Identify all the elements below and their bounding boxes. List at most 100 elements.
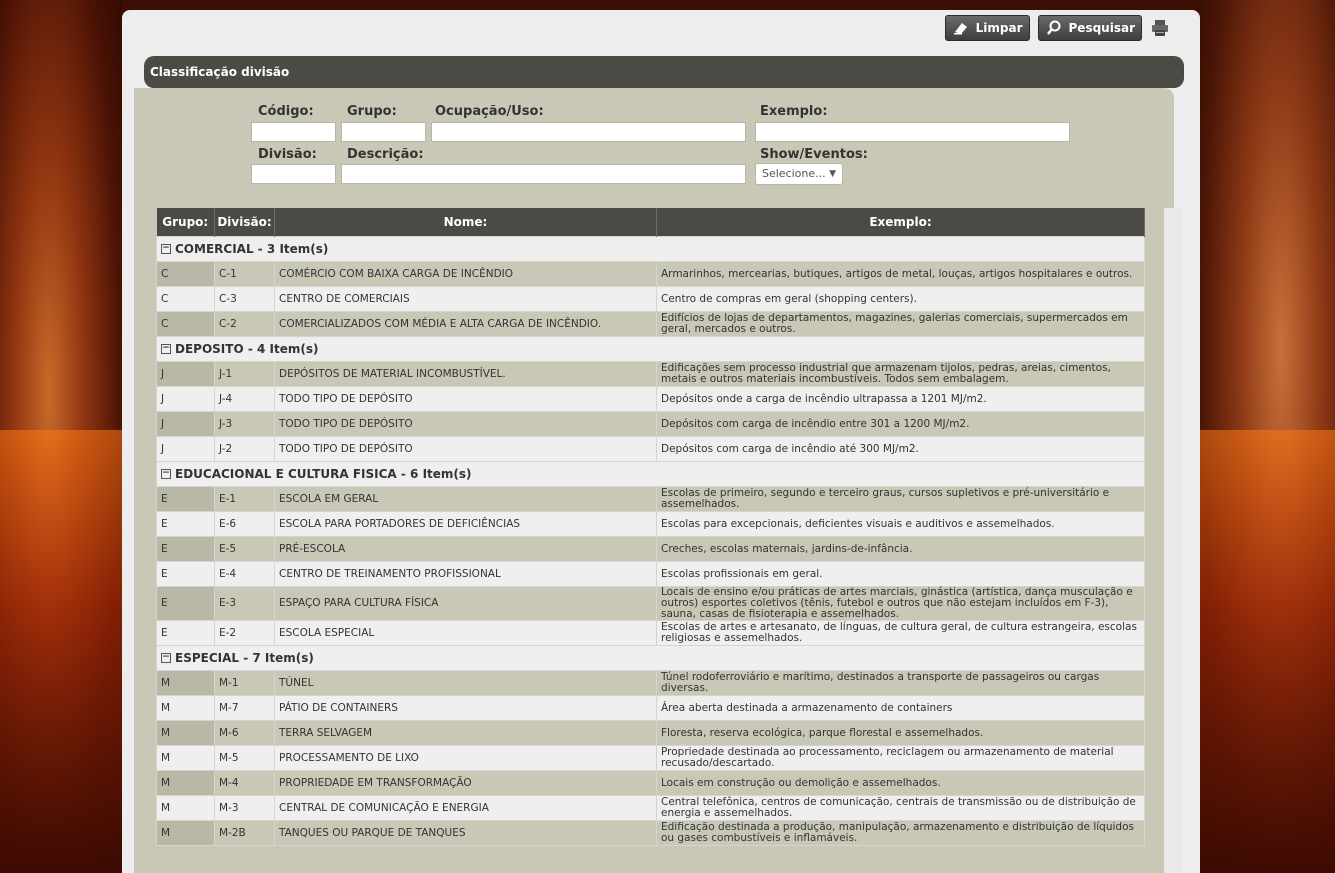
- cell-grupo: E: [156, 486, 215, 512]
- cell-grupo: E: [156, 620, 215, 646]
- descricao-input[interactable]: [341, 164, 746, 184]
- table-row[interactable]: C C-3 CENTRO DE COMERCIAIS Centro de compra…: [156, 286, 1145, 312]
- cell-exemplo: Centro de compras em geral (shopping cen…: [656, 286, 1145, 312]
- search-label: Pesquisar: [1068, 21, 1135, 35]
- table-row[interactable]: E E-6 ESCOLA PARA PORTADORES DE DEFICIÊNCI…: [156, 511, 1145, 537]
- cell-nome: PÁTIO DE CONTAINERS: [274, 695, 657, 721]
- cell-divisao: J-4: [214, 386, 275, 412]
- cell-exemplo: Locais em construção ou demolição e asse…: [656, 770, 1145, 796]
- ocupacao-input[interactable]: [431, 122, 746, 142]
- table-row[interactable]: M M-3 CENTRAL DE COMUNICAÇÃO E ENERGIA Cent…: [156, 795, 1145, 821]
- show-select[interactable]: Selecione... ▼: [755, 163, 843, 185]
- cell-nome: TODO TIPO DE DEPÓSITO: [274, 386, 657, 412]
- header-nome[interactable]: Nome:: [274, 208, 657, 237]
- table-row[interactable]: M M-4 PROPRIEDADE EM TRANSFORMAÇÃO Locais e…: [156, 770, 1145, 796]
- cell-grupo: J: [156, 361, 215, 387]
- panel-title: Classificação divisão: [144, 56, 1184, 88]
- table-row[interactable]: J J-3 TODO TIPO DE DEPÓSITO Depósitos com c…: [156, 411, 1145, 437]
- print-icon[interactable]: [1150, 18, 1170, 38]
- codigo-input[interactable]: [251, 122, 336, 142]
- header-grupo[interactable]: Grupo:: [156, 208, 215, 237]
- clear-button[interactable]: Limpar: [944, 15, 1030, 41]
- results-table: Grupo: Divisão: Nome: Exemplo: − COMERCIA…: [156, 208, 1145, 846]
- table-row[interactable]: C C-1 COMÉRCIO COM BAIXA CARGA DE INCÊNDIO…: [156, 261, 1145, 287]
- table-row[interactable]: E E-1 ESCOLA EM GERAL Escolas de primeiro, …: [156, 486, 1145, 512]
- cell-nome: DEPÓSITOS DE MATERIAL INCOMBUSTÍVEL.: [274, 361, 657, 387]
- header-divisao[interactable]: Divisão:: [214, 208, 275, 237]
- cell-exemplo: Área aberta destinada a armazenamento de…: [656, 695, 1145, 721]
- cell-grupo: E: [156, 536, 215, 562]
- cell-nome: TÚNEL: [274, 670, 657, 696]
- cell-divisao: C-2: [214, 311, 275, 337]
- cell-exemplo: Locais de ensino e/ou práticas de artes …: [656, 586, 1145, 621]
- clear-label: Limpar: [975, 21, 1023, 35]
- table-row[interactable]: E E-2 ESCOLA ESPECIAL Escolas de artes e ar…: [156, 620, 1145, 646]
- search-button[interactable]: Pesquisar: [1037, 15, 1142, 41]
- descricao-label: Descrição:: [347, 147, 424, 162]
- group-cell[interactable]: − DEPOSITO - 4 Item(s): [156, 336, 1145, 362]
- cell-exemplo: Propriedade destinada ao processamento, …: [656, 745, 1145, 771]
- divisao-label: Divisão:: [258, 147, 317, 162]
- divisao-input[interactable]: [251, 164, 336, 184]
- table-row[interactable]: M M-5 PROCESSAMENTO DE LIXO Propriedade des…: [156, 745, 1145, 771]
- table-row[interactable]: M M-7 PÁTIO DE CONTAINERS Área aberta desti…: [156, 695, 1145, 721]
- cell-grupo: J: [156, 436, 215, 462]
- cell-nome: TERRA SELVAGEM: [274, 720, 657, 746]
- cell-divisao: C-3: [214, 286, 275, 312]
- cell-grupo: M: [156, 720, 215, 746]
- cell-nome: ESCOLA PARA PORTADORES DE DEFICIÊNCIAS: [274, 511, 657, 537]
- group-cell[interactable]: − COMERCIAL - 3 Item(s): [156, 236, 1145, 262]
- cell-divisao: E-6: [214, 511, 275, 537]
- cell-divisao: E-1: [214, 486, 275, 512]
- cell-exemplo: Escolas para excepcionais, deficientes v…: [656, 511, 1145, 537]
- table-row[interactable]: C C-2 COMERCIALIZADOS COM MÉDIA E ALTA CAR…: [156, 311, 1145, 337]
- collapse-icon[interactable]: −: [161, 244, 171, 254]
- group-cell[interactable]: − ESPECIAL - 7 Item(s): [156, 645, 1145, 671]
- cell-grupo: M: [156, 820, 215, 846]
- table-row[interactable]: J J-4 TODO TIPO DE DEPÓSITO Depósitos onde …: [156, 386, 1145, 412]
- table-row[interactable]: M M-6 TERRA SELVAGEM Floresta, reserva ecol…: [156, 720, 1145, 746]
- group-title: COMERCIAL - 3 Item(s): [175, 241, 329, 256]
- cell-nome: CENTRO DE COMERCIAIS: [274, 286, 657, 312]
- cell-grupo: J: [156, 386, 215, 412]
- table-row[interactable]: M M-2B TANQUES OU PARQUE DE TANQUES Edifica…: [156, 820, 1145, 846]
- grid-scrollbar[interactable]: [1164, 208, 1182, 873]
- group-title: ESPECIAL - 7 Item(s): [175, 650, 314, 665]
- group-row[interactable]: − ESPECIAL - 7 Item(s): [156, 645, 1145, 671]
- header-exemplo[interactable]: Exemplo:: [656, 208, 1145, 237]
- cell-nome: COMERCIALIZADOS COM MÉDIA E ALTA CARGA D…: [274, 311, 657, 337]
- cell-divisao: E-4: [214, 561, 275, 587]
- table-row[interactable]: E E-4 CENTRO DE TREINAMENTO PROFISSIONAL Es…: [156, 561, 1145, 587]
- group-cell[interactable]: − EDUCACIONAL E CULTURA FISICA - 6 Item(s…: [156, 461, 1145, 487]
- cell-exemplo: Edificação destinada a produção, manipul…: [656, 820, 1145, 846]
- cell-divisao: E-5: [214, 536, 275, 562]
- cell-divisao: M-1: [214, 670, 275, 696]
- table-row[interactable]: E E-5 PRÉ-ESCOLA Creches, escolas maternais…: [156, 536, 1145, 562]
- cell-divisao: J-1: [214, 361, 275, 387]
- cell-exemplo: Escolas profissionais em geral.: [656, 561, 1145, 587]
- exemplo-input[interactable]: [755, 122, 1070, 142]
- cell-divisao: M-4: [214, 770, 275, 796]
- table-row[interactable]: J J-1 DEPÓSITOS DE MATERIAL INCOMBUSTÍVEL.…: [156, 361, 1145, 387]
- group-row[interactable]: − EDUCACIONAL E CULTURA FISICA - 6 Item(s…: [156, 461, 1145, 487]
- collapse-icon[interactable]: −: [161, 344, 171, 354]
- group-row[interactable]: − DEPOSITO - 4 Item(s): [156, 336, 1145, 362]
- table-row[interactable]: M M-1 TÚNEL Túnel rodoferroviário e marítim…: [156, 670, 1145, 696]
- cell-exemplo: Depósitos com carga de incêndio entre 30…: [656, 411, 1145, 437]
- cell-exemplo: Depósitos onde a carga de incêndio ultra…: [656, 386, 1145, 412]
- table-row[interactable]: E E-3 ESPAÇO PARA CULTURA FÍSICA Locais de …: [156, 586, 1145, 621]
- cell-exemplo: Edificações sem processo industrial que …: [656, 361, 1145, 387]
- cell-nome: CENTRO DE TREINAMENTO PROFISSIONAL: [274, 561, 657, 587]
- grupo-input[interactable]: [341, 122, 426, 142]
- cell-nome: TANQUES OU PARQUE DE TANQUES: [274, 820, 657, 846]
- collapse-icon[interactable]: −: [161, 653, 171, 663]
- dropdown-arrow-icon: ▼: [829, 169, 836, 179]
- table-row[interactable]: J J-2 TODO TIPO DE DEPÓSITO Depósitos com c…: [156, 436, 1145, 462]
- cell-exemplo: Armarinhos, mercearias, butiques, artigo…: [656, 261, 1145, 287]
- collapse-icon[interactable]: −: [161, 469, 171, 479]
- group-row[interactable]: − COMERCIAL - 3 Item(s): [156, 236, 1145, 262]
- cell-exemplo: Creches, escolas maternais, jardins-de-i…: [656, 536, 1145, 562]
- cell-grupo: E: [156, 511, 215, 537]
- background-right: [1200, 0, 1335, 873]
- ocupacao-label: Ocupação/Uso:: [435, 104, 544, 119]
